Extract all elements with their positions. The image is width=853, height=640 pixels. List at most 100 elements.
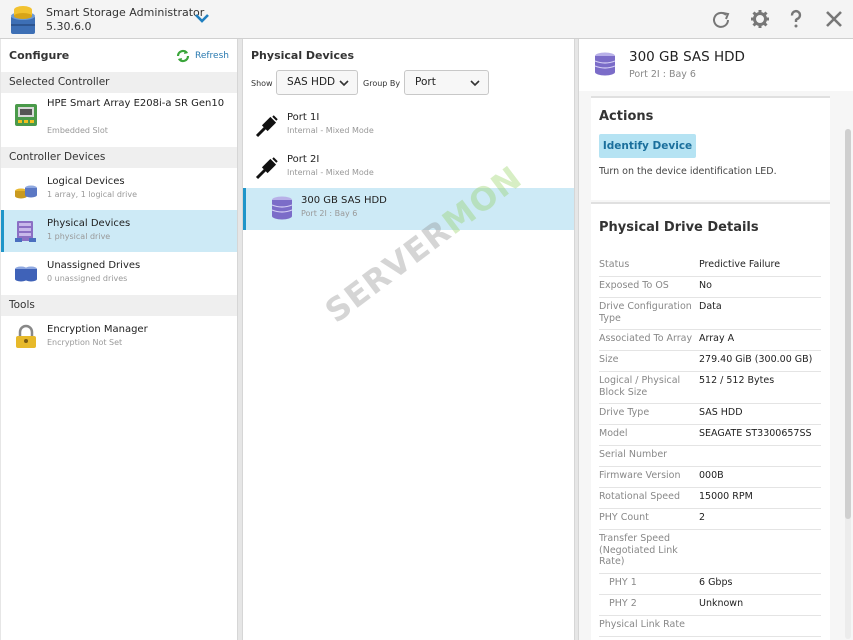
detail-value: 279.40 GiB (300.00 GB) bbox=[699, 354, 813, 365]
port-2i-sub: Internal - Mixed Mode bbox=[287, 168, 374, 177]
device-subtitle: Port 2I : Bay 6 bbox=[629, 69, 696, 80]
detail-key: Associated To Array bbox=[599, 333, 693, 344]
detail-value: 2 bbox=[699, 512, 706, 523]
physical-devices-panel: Physical Devices Show SAS HDD Group By P… bbox=[242, 39, 575, 640]
physical-devices-icon bbox=[15, 221, 36, 242]
unassigned-drives-icon bbox=[15, 266, 37, 282]
device-details-panel: 300 GB SAS HDD Port 2I : Bay 6 Actions I… bbox=[578, 39, 853, 640]
logical-devices-sub: 1 array, 1 logical drive bbox=[47, 190, 138, 199]
detail-key: Model bbox=[599, 428, 628, 439]
detail-row: Logical / Physical Block Size 512 / 512 B… bbox=[599, 372, 821, 404]
identify-description: Turn on the device identification LED. bbox=[599, 166, 777, 177]
detail-value: 000B bbox=[699, 470, 724, 481]
detail-value: SEAGATE ST3300657SS bbox=[699, 428, 812, 439]
panel-title: Configure bbox=[9, 49, 70, 62]
detail-value: No bbox=[699, 280, 712, 291]
detail-key: Serial Number bbox=[599, 449, 668, 460]
detail-key: PHY Count bbox=[599, 512, 649, 523]
port-1i-sub: Internal - Mixed Mode bbox=[287, 126, 374, 135]
detail-key: Status bbox=[599, 259, 630, 270]
controller-label: HPE Smart Array E208i-a SR Gen10 bbox=[47, 98, 225, 109]
controller-sub: Embedded Slot bbox=[47, 126, 108, 135]
logical-devices-label: Logical Devices bbox=[47, 176, 125, 187]
detail-key: Transfer Speed (Negotiated Link Rate) bbox=[599, 533, 678, 567]
details-scrollbar[interactable] bbox=[845, 129, 851, 639]
configure-panel: Configure Refresh Selected Controller HP… bbox=[1, 39, 238, 640]
detail-key: Drive Configuration Type bbox=[599, 301, 692, 324]
detail-row: Drive Configuration Type Data bbox=[599, 298, 821, 330]
cable-connector-icon bbox=[255, 115, 278, 138]
detail-row: Associated To Array Array A bbox=[599, 330, 821, 351]
group-by-select-value: Port bbox=[415, 76, 436, 88]
chevron-down-icon[interactable] bbox=[194, 10, 210, 26]
identify-device-button[interactable]: Identify Device bbox=[599, 134, 696, 158]
drive-details-card: Physical Drive Details Status Predictive … bbox=[591, 202, 830, 640]
padlock-icon bbox=[16, 324, 36, 348]
detail-row: Transfer Speed (Negotiated Link Rate) bbox=[599, 530, 821, 574]
show-select[interactable]: SAS HDD bbox=[276, 70, 358, 95]
chevron-down-icon bbox=[339, 80, 349, 87]
encryption-manager-sub: Encryption Not Set bbox=[47, 338, 123, 347]
detail-key: Drive Type bbox=[599, 407, 650, 418]
detail-row: Exposed To OS No bbox=[599, 277, 821, 298]
detail-value: Data bbox=[699, 301, 722, 312]
sidebar-item-encryption-manager[interactable]: Encryption Manager Encryption Not Set bbox=[1, 316, 237, 358]
detail-key: PHY 1 bbox=[609, 577, 637, 588]
detail-row: PHY 2 Unknown bbox=[599, 595, 821, 616]
scrollbar-thumb[interactable] bbox=[845, 129, 851, 519]
detail-key: Size bbox=[599, 354, 619, 365]
physical-devices-sub: 1 physical drive bbox=[47, 232, 111, 241]
sidebar-item-physical-devices[interactable]: Physical Devices 1 physical drive bbox=[1, 210, 237, 252]
cable-connector-icon bbox=[255, 157, 278, 180]
detail-key: Rotational Speed bbox=[599, 491, 680, 502]
detail-key: Firmware Version bbox=[599, 470, 681, 481]
refresh-arrows-icon bbox=[176, 49, 190, 63]
detail-value: SAS HDD bbox=[699, 407, 743, 418]
refresh-label: Refresh bbox=[195, 51, 229, 61]
logical-devices-icon bbox=[15, 185, 37, 199]
detail-key: Exposed To OS bbox=[599, 280, 669, 291]
detail-value: 15000 RPM bbox=[699, 491, 753, 502]
detail-row: Physical Link Rate bbox=[599, 616, 821, 637]
port-1i-label: Port 1I bbox=[287, 112, 320, 123]
detail-row: Firmware Version 000B bbox=[599, 467, 821, 488]
close-icon[interactable] bbox=[824, 9, 844, 29]
detail-key: Logical / Physical Block Size bbox=[599, 375, 681, 398]
group-by-select[interactable]: Port bbox=[404, 70, 489, 95]
controller-card-icon bbox=[15, 104, 37, 126]
detail-row: Size 279.40 GiB (300.00 GB) bbox=[599, 351, 821, 372]
chevron-down-icon bbox=[470, 80, 480, 87]
device-item-port-2i[interactable]: Port 2I Internal - Mixed Mode bbox=[243, 147, 574, 189]
device-item-port-1i[interactable]: Port 1I Internal - Mixed Mode bbox=[243, 105, 574, 147]
app-version: 5.30.6.0 bbox=[46, 20, 92, 33]
device-title: 300 GB SAS HDD bbox=[629, 49, 745, 65]
show-select-value: SAS HDD bbox=[287, 76, 336, 88]
detail-row: PHY 1 6 Gbps bbox=[599, 574, 821, 595]
hdd-sub: Port 2I : Bay 6 bbox=[301, 209, 358, 218]
group-by-label: Group By bbox=[363, 79, 401, 88]
detail-row: Serial Number bbox=[599, 446, 821, 467]
detail-value: Array A bbox=[699, 333, 735, 344]
refresh-icon[interactable] bbox=[711, 9, 731, 29]
detail-value: 6 Gbps bbox=[699, 577, 733, 588]
sidebar-item-logical-devices[interactable]: Logical Devices 1 array, 1 logical drive bbox=[1, 168, 237, 210]
port-2i-label: Port 2I bbox=[287, 154, 320, 165]
sidebar-item-unassigned-drives[interactable]: Unassigned Drives 0 unassigned drives bbox=[1, 252, 237, 294]
encryption-manager-label: Encryption Manager bbox=[47, 324, 148, 335]
unassigned-drives-label: Unassigned Drives bbox=[47, 260, 141, 271]
detail-row: Status Predictive Failure bbox=[599, 256, 821, 277]
refresh-button[interactable]: Refresh bbox=[175, 49, 229, 63]
gear-icon[interactable] bbox=[750, 9, 770, 29]
actions-title: Actions bbox=[599, 109, 654, 124]
section-selected-controller: Selected Controller bbox=[1, 72, 237, 93]
detail-row: Rotational Speed 15000 RPM bbox=[599, 488, 821, 509]
detail-key: Physical Link Rate bbox=[599, 619, 685, 630]
help-icon[interactable] bbox=[786, 9, 806, 29]
detail-row: PHY Count 2 bbox=[599, 509, 821, 530]
device-item-300gb-sas-hdd[interactable]: 300 GB SAS HDD Port 2I : Bay 6 bbox=[243, 188, 574, 230]
app-title: Smart Storage Administrator bbox=[46, 6, 205, 19]
detail-value: Unknown bbox=[699, 598, 744, 609]
storage-app-logo-icon bbox=[11, 6, 35, 34]
controller-item[interactable]: HPE Smart Array E208i-a SR Gen10 Embedde… bbox=[1, 93, 237, 141]
show-label: Show bbox=[251, 79, 273, 88]
